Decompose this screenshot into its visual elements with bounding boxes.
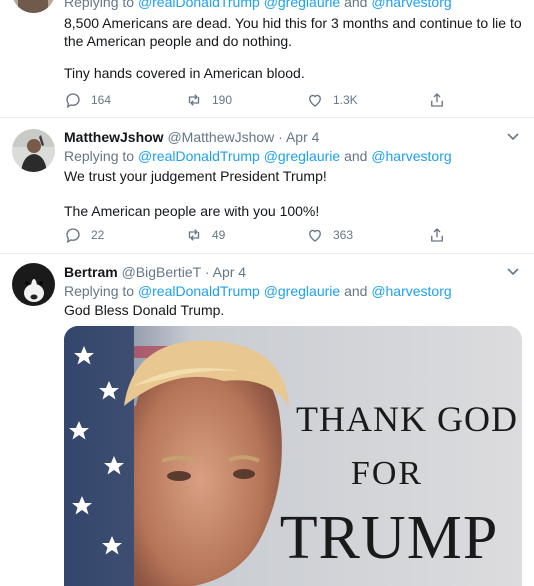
share-icon	[431, 93, 443, 107]
reply-icon	[66, 228, 80, 244]
tweet-date[interactable]: Apr 4	[213, 264, 246, 280]
tweet-text-2: The American people are with you 100%!	[64, 203, 320, 219]
share-button[interactable]	[428, 225, 455, 245]
like-button[interactable]: 363	[306, 225, 353, 245]
mention-link[interactable]: @realDonaldTrump	[138, 0, 260, 10]
tweet-text-2: Tiny hands covered in American blood.	[64, 65, 305, 81]
avatar[interactable]	[12, 263, 55, 306]
share-button[interactable]	[428, 90, 455, 110]
tweet-header: MatthewJshow @MatthewJshow · Apr 4	[64, 129, 320, 145]
tweet-1[interactable]: Replying to @realDonaldTrump @greglaurie…	[0, 0, 534, 118]
tweet-2[interactable]: MatthewJshow @MatthewJshow · Apr 4 Reply…	[0, 117, 534, 254]
reply-button[interactable]: 22	[64, 225, 104, 245]
tweet-text: 8,500 Americans are dead. You hid this f…	[64, 15, 522, 49]
display-name[interactable]: Bertram	[64, 264, 118, 280]
user-handle[interactable]: @MatthewJshow	[167, 129, 274, 145]
like-icon	[309, 229, 321, 242]
retweet-icon	[188, 229, 200, 241]
replying-to: Replying to @realDonaldTrump @greglaurie…	[64, 148, 452, 164]
tweet-header: Bertram @BigBertieT · Apr 4	[64, 264, 247, 280]
replying-to: Replying to @realDonaldTrump @greglaurie…	[64, 283, 452, 299]
retweet-button[interactable]: 49	[185, 225, 225, 245]
tweet-actions: 22 49 363	[64, 225, 464, 245]
image-text-line-2: FOR	[351, 455, 423, 492]
user-handle[interactable]: @BigBertieT	[122, 264, 201, 280]
avatar[interactable]	[12, 129, 55, 172]
chevron-down-icon[interactable]	[506, 264, 520, 278]
tweet-text: God Bless Donald Trump.	[64, 302, 225, 318]
reply-button[interactable]: 164	[64, 90, 111, 110]
tweet-date[interactable]: Apr 4	[286, 129, 319, 145]
like-icon	[309, 94, 321, 107]
display-name[interactable]: MatthewJshow	[64, 129, 164, 145]
mention-link[interactable]: @harvestorg	[371, 0, 451, 10]
share-icon	[431, 228, 443, 242]
tweet-actions: 164 190 1.3K	[64, 90, 464, 110]
like-button[interactable]: 1.3K	[306, 90, 358, 110]
tweet-text: We trust your judgement President Trump!	[64, 168, 327, 184]
mention-link[interactable]: @greglaurie	[264, 283, 340, 299]
tweet-media-image[interactable]: THANK GOD FOR TRUMP	[64, 326, 522, 586]
image-text-line-1: THANK GOD	[296, 399, 518, 439]
reply-icon	[66, 93, 80, 109]
replying-to: Replying to @realDonaldTrump @greglaurie…	[64, 0, 452, 11]
retweet-button[interactable]: 190	[185, 90, 232, 110]
mention-link[interactable]: @greglaurie	[264, 148, 340, 164]
mention-link[interactable]: @realDonaldTrump	[138, 148, 260, 164]
avatar[interactable]	[12, 0, 55, 13]
mention-link[interactable]: @harvestorg	[371, 148, 451, 164]
mention-link[interactable]: @greglaurie	[264, 0, 340, 10]
retweet-icon	[188, 94, 200, 106]
mention-link[interactable]: @realDonaldTrump	[138, 283, 260, 299]
image-text-line-3: TRUMP	[280, 504, 499, 572]
mention-link[interactable]: @harvestorg	[371, 283, 451, 299]
chevron-down-icon[interactable]	[506, 129, 520, 143]
